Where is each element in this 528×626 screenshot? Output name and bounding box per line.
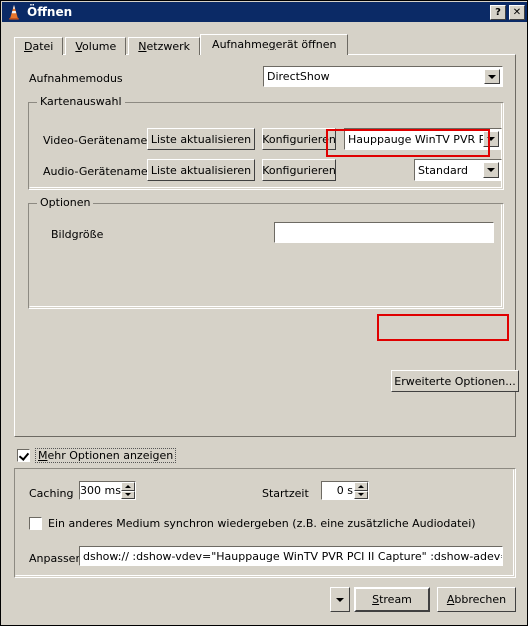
audio-device-combo[interactable]: Standard — [414, 159, 502, 181]
audio-device-label: Audio-Gerätename — [43, 165, 148, 178]
advanced-options-panel: Caching 300 ms Startzeit 0 s Ein anderes… — [14, 468, 516, 578]
audio-configure-label: Konfigurieren — [262, 163, 336, 177]
close-button[interactable]: ✕ — [509, 4, 525, 20]
tab-aufnahmegeraet-oeffnen[interactable]: Aufnahmegerät öffnen — [200, 34, 349, 55]
tab-netzwerk[interactable]: Netzwerk — [128, 37, 201, 55]
video-device-label: Video-Gerätename — [43, 134, 148, 147]
chevron-down-icon — [336, 597, 344, 602]
show-more-options-checkbox[interactable] — [17, 449, 30, 462]
caching-value: 300 ms — [80, 484, 121, 497]
starttime-stepper[interactable]: 0 s — [321, 481, 369, 500]
sync-media-checkbox-row[interactable]: Ein anderes Medium synchron wiedergeben … — [29, 517, 476, 530]
chevron-down-icon[interactable] — [483, 131, 499, 147]
chevron-down-icon[interactable] — [484, 69, 500, 84]
starttime-increment-icon[interactable] — [354, 482, 368, 491]
capture-tab-page: Aufnahmemodus DirectShow Kartenauswahl V… — [14, 54, 519, 437]
stream-dropdown-button[interactable] — [330, 587, 350, 612]
capture-mode-label: Aufnahmemodus — [29, 72, 123, 85]
window-title: Öffnen — [27, 5, 73, 19]
chevron-down-icon[interactable] — [483, 162, 499, 178]
caching-label: Caching — [29, 487, 74, 500]
stream-button[interactable]: Stream — [354, 587, 430, 612]
starttime-value: 0 s — [336, 484, 353, 497]
caching-decrement-icon[interactable] — [121, 490, 135, 499]
tab-datei-label: atei — [32, 40, 54, 53]
advanced-options-button[interactable]: Erweiterte Optionen... — [391, 370, 519, 392]
advanced-options-label: Erweiterte Optionen... — [394, 374, 516, 388]
caching-increment-icon[interactable] — [121, 482, 135, 491]
mrl-label: Anpassen — [29, 552, 83, 565]
tab-netzwerk-label: etzwerk — [146, 40, 191, 53]
stream-button-label: Stream — [372, 593, 412, 606]
cancel-button-label: Abbrechen — [446, 593, 507, 606]
options-group: Optionen Bildgröße — [28, 197, 504, 309]
tab-strip: Datei Volume Netzwerk Aufnahmegerät öffn… — [14, 34, 349, 55]
audio-configure-button[interactable]: Konfigurieren — [262, 159, 336, 181]
capture-mode-value: DirectShow — [267, 70, 330, 83]
starttime-decrement-icon[interactable] — [354, 490, 368, 499]
audio-refresh-list-label: Liste aktualisieren — [150, 163, 252, 177]
video-refresh-list-button[interactable]: Liste aktualisieren — [147, 128, 255, 150]
capture-mode-combo[interactable]: DirectShow — [263, 66, 503, 87]
image-size-label: Bildgröße — [51, 228, 104, 241]
image-size-input[interactable] — [274, 222, 494, 243]
audio-device-value: Standard — [418, 163, 469, 177]
sync-media-label: Ein anderes Medium synchron wiedergeben … — [48, 517, 476, 530]
mrl-input[interactable]: dshow:// :dshow-vdev="Hauppauge WinTV PV… — [79, 546, 503, 566]
card-selection-group-title: Kartenauswahl — [37, 96, 125, 108]
audio-refresh-list-button[interactable]: Liste aktualisieren — [147, 159, 255, 181]
titlebar: Öffnen ? ✕ — [2, 2, 527, 22]
sync-media-checkbox[interactable] — [29, 517, 42, 530]
cancel-button[interactable]: Abbrechen — [437, 587, 516, 612]
tab-volume[interactable]: Volume — [65, 37, 127, 55]
video-refresh-list-label: Liste aktualisieren — [150, 132, 252, 146]
caching-stepper-buttons[interactable] — [121, 482, 135, 499]
tab-volume-label: olume — [82, 40, 117, 53]
vlc-cone-icon — [5, 3, 23, 21]
open-dialog-window: Öffnen ? ✕ Datei Volume Netzwerk Aufnahm… — [0, 0, 528, 626]
tab-datei[interactable]: Datei — [14, 37, 64, 55]
show-more-options-label: Mehr Optionen anzeigen — [35, 448, 177, 463]
starttime-stepper-buttons[interactable] — [354, 482, 368, 499]
card-selection-group: Kartenauswahl Video-Gerätename Liste akt… — [28, 96, 504, 190]
starttime-label: Startzeit — [262, 487, 309, 500]
video-device-combo[interactable]: Hauppauge WinTV PVR PCI II C — [344, 128, 502, 150]
options-group-title: Optionen — [37, 197, 94, 209]
caching-stepper[interactable]: 300 ms — [79, 481, 136, 500]
tab-aufnahmegeraet-oeffnen-label: Aufnahmegerät öffnen — [212, 38, 337, 51]
video-configure-label: Konfigurieren — [262, 132, 336, 146]
video-device-value: Hauppauge WinTV PVR PCI II C — [348, 132, 483, 146]
help-button[interactable]: ? — [490, 4, 506, 20]
video-configure-button[interactable]: Konfigurieren — [262, 128, 336, 150]
show-more-options-checkbox-row[interactable]: Mehr Optionen anzeigen — [17, 448, 177, 463]
